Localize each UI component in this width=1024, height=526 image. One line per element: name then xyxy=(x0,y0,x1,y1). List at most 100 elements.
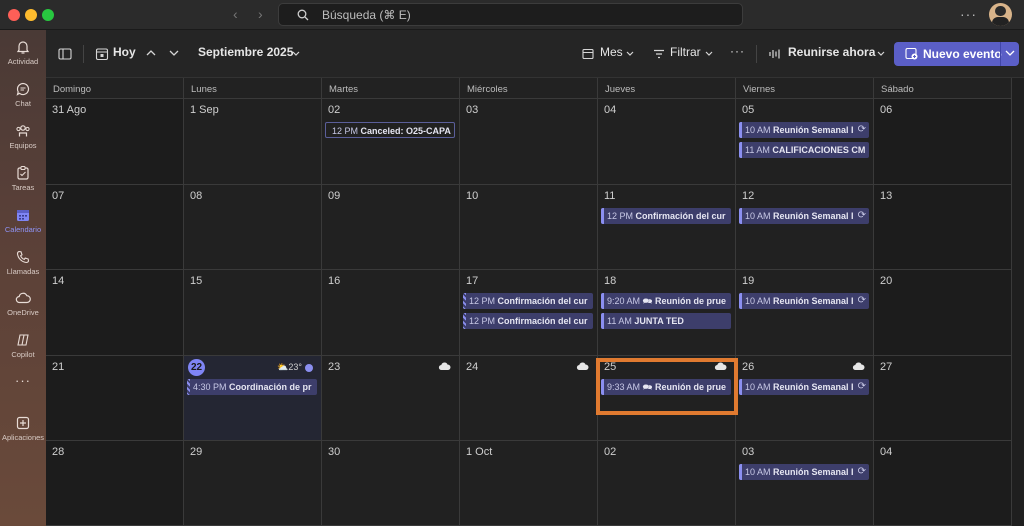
new-event-icon xyxy=(905,47,918,60)
day-cell[interactable]: 13 xyxy=(874,185,1012,270)
day-cell[interactable]: 05 10 AM Reunión Semanal I ⟳ 11 AM CALIFICA… xyxy=(736,99,874,185)
partly-sunny-icon: ⛅ xyxy=(277,362,289,372)
day-number: 08 xyxy=(190,190,203,202)
day-cell[interactable]: 07 xyxy=(46,185,184,270)
temperature: 23° xyxy=(288,362,302,372)
rail-item-actividad[interactable]: Actividad xyxy=(0,34,46,74)
day-cell[interactable]: 22 ⛅23° 4:30 PM Coordinación de pr xyxy=(184,356,322,441)
new-event-button[interactable]: Nuevo evento xyxy=(894,42,1019,66)
calendar-event[interactable]: 11 AM CALIFICACIONES CM xyxy=(739,142,869,158)
day-cell[interactable]: 02 12 PM Canceled: O25-CAPA xyxy=(322,99,460,185)
copilot-icon xyxy=(17,334,29,346)
sidebar-toggle-icon[interactable] xyxy=(58,47,72,61)
day-cell[interactable]: 02 xyxy=(598,441,736,526)
day-cell[interactable]: 30 xyxy=(322,441,460,526)
teams-calendar-window: ‹ › Búsqueda (⌘ E) ··· Actividad Chat Eq… xyxy=(0,0,1024,526)
bell-icon xyxy=(16,41,30,54)
day-cell[interactable]: 03 xyxy=(460,99,598,185)
calendar-event[interactable]: 12 PM Confirmación del cur xyxy=(463,293,593,309)
day-cell[interactable]: 06 xyxy=(874,99,1012,185)
search-input[interactable]: Búsqueda (⌘ E) xyxy=(278,3,743,26)
calendar-event[interactable]: 9:20 AM 🗪 Reunión de prue xyxy=(601,293,731,309)
event-title: Reunión Semanal I xyxy=(773,296,854,306)
rail-more-apps-button[interactable]: ··· xyxy=(0,372,46,392)
day-cell[interactable]: 17 12 PM Confirmación del cur 12 PM Confir… xyxy=(460,270,598,356)
maximize-window-button[interactable] xyxy=(42,9,54,21)
day-cell[interactable]: 26 10 AM Reunión Semanal I ⟳ xyxy=(736,356,874,441)
day-cell[interactable]: 09 xyxy=(322,185,460,270)
day-cell[interactable]: 21 xyxy=(46,356,184,441)
close-window-button[interactable] xyxy=(8,9,20,21)
day-cell[interactable]: 12 10 AM Reunión Semanal I ⟳ xyxy=(736,185,874,270)
minimize-window-button[interactable] xyxy=(25,9,37,21)
calendar-event[interactable]: 11 AM JUNTA TED xyxy=(601,313,731,329)
day-number: 15 xyxy=(190,275,203,287)
day-cell[interactable]: 16 xyxy=(322,270,460,356)
rail-item-aplicaciones[interactable]: Aplicaciones xyxy=(0,410,46,450)
day-cell[interactable]: 04 xyxy=(598,99,736,185)
rail-label: Copilot xyxy=(11,350,35,359)
day-number: 1 Oct xyxy=(466,446,493,458)
rail-item-onedrive[interactable]: OneDrive xyxy=(0,285,46,325)
meet-now-button[interactable]: Reunirse ahora xyxy=(788,45,875,59)
day-cell[interactable]: 29 xyxy=(184,441,322,526)
day-cell[interactable]: 04 xyxy=(874,441,1012,526)
month-picker[interactable]: Septiembre 2025 xyxy=(198,45,293,59)
add-apps-icon xyxy=(16,416,30,430)
day-cell[interactable]: 15 xyxy=(184,270,322,356)
filter-button[interactable]: Filtrar xyxy=(670,45,701,59)
day-cell[interactable]: 10 xyxy=(460,185,598,270)
new-event-label: Nuevo evento xyxy=(923,47,1002,61)
next-month-icon[interactable] xyxy=(169,49,179,57)
recurring-icon: ⟳ xyxy=(857,295,866,306)
day-cell[interactable]: 31 Ago xyxy=(46,99,184,185)
back-arrow-icon[interactable]: ‹ xyxy=(233,6,238,22)
rail-item-tareas[interactable]: Tareas xyxy=(0,160,46,200)
day-cell[interactable]: 23 xyxy=(322,356,460,441)
day-cell[interactable]: 14 xyxy=(46,270,184,356)
day-cell[interactable]: 1 Oct xyxy=(460,441,598,526)
recurring-icon: ⟳ xyxy=(857,210,866,221)
calendar-event[interactable]: 12 PM Canceled: O25-CAPA xyxy=(325,122,455,138)
day-number: 04 xyxy=(604,104,617,116)
event-time: 11 AM xyxy=(607,316,632,326)
calendar-event[interactable]: 12 PM Confirmación del cur xyxy=(463,313,593,329)
search-icon xyxy=(297,9,309,21)
day-cell[interactable]: 11 12 PM Confirmación del cur xyxy=(598,185,736,270)
calendar-event[interactable]: 12 PM Confirmación del cur xyxy=(601,208,731,224)
more-toolbar-options-icon[interactable]: ··· xyxy=(730,44,745,58)
day-cell[interactable]: 20 xyxy=(874,270,1012,356)
rail-item-copilot[interactable]: Copilot xyxy=(0,327,46,367)
day-cell[interactable]: 28 xyxy=(46,441,184,526)
title-bar: ‹ › Búsqueda (⌘ E) ··· xyxy=(0,0,1024,30)
chat-icon xyxy=(16,83,30,96)
rail-item-chat[interactable]: Chat xyxy=(0,76,46,116)
calendar-event[interactable]: 10 AM Reunión Semanal I ⟳ xyxy=(739,122,869,138)
day-cell[interactable]: 08 xyxy=(184,185,322,270)
day-number: 1 Sep xyxy=(190,104,219,116)
day-cell[interactable]: 18 9:20 AM 🗪 Reunión de prue 11 AM JUNTA T… xyxy=(598,270,736,356)
view-selector[interactable]: Mes xyxy=(600,45,623,59)
today-button[interactable]: Hoy xyxy=(113,45,136,59)
rail-item-calendario[interactable]: Calendario xyxy=(0,202,46,242)
more-options-icon[interactable]: ··· xyxy=(960,6,977,22)
meet-now-dropdown-icon[interactable] xyxy=(877,51,885,57)
forward-arrow-icon[interactable]: › xyxy=(258,6,263,22)
day-cell[interactable]: 19 10 AM Reunión Semanal I ⟳ xyxy=(736,270,874,356)
calendar-event[interactable]: 10 AM Reunión Semanal I ⟳ xyxy=(739,464,869,480)
previous-month-icon[interactable] xyxy=(146,49,156,57)
calendar-event[interactable]: 10 AM Reunión Semanal I ⟳ xyxy=(739,293,869,309)
calendar-event[interactable]: 10 AM Reunión Semanal I ⟳ xyxy=(739,379,869,395)
day-cell[interactable]: 27 xyxy=(874,356,1012,441)
day-cell[interactable]: 03 10 AM Reunión Semanal I ⟳ xyxy=(736,441,874,526)
day-cell[interactable]: 24 xyxy=(460,356,598,441)
event-time: 10 AM xyxy=(745,382,771,392)
avatar[interactable] xyxy=(989,3,1012,26)
rain-cloud-icon xyxy=(576,362,589,373)
day-cell[interactable]: 1 Sep xyxy=(184,99,322,185)
calendar-event[interactable]: 10 AM Reunión Semanal I ⟳ xyxy=(739,208,869,224)
rail-item-llamadas[interactable]: Llamadas xyxy=(0,244,46,284)
rail-item-equipos[interactable]: Equipos xyxy=(0,118,46,158)
calendar-event[interactable]: 4:30 PM Coordinación de pr xyxy=(187,379,317,395)
new-event-dropdown-icon[interactable] xyxy=(1005,49,1015,57)
